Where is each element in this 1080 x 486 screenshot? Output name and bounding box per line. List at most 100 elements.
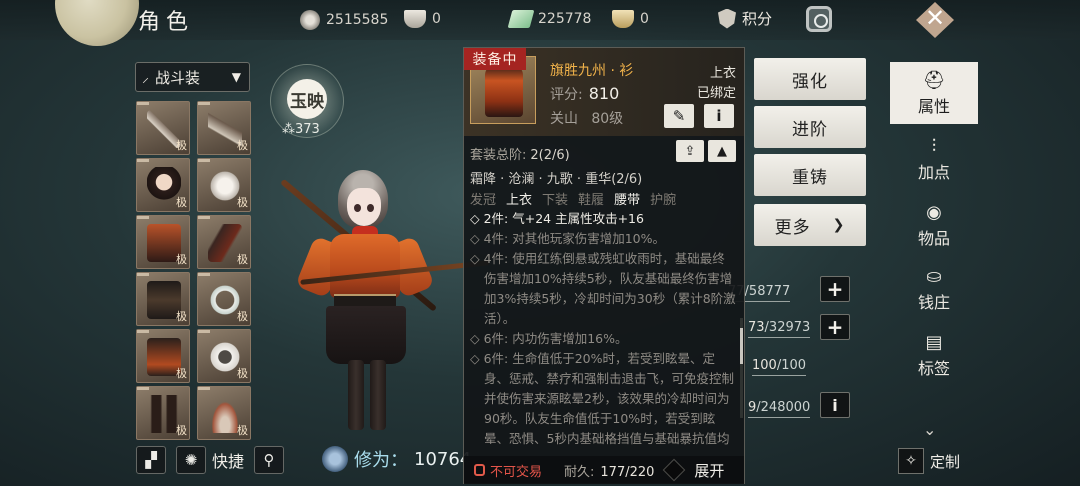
shield-icon — [718, 8, 736, 29]
plus-icon: + — [826, 315, 844, 339]
equipment-slot-head[interactable]: 极 — [136, 158, 190, 212]
not-tradable-label: 不可交易 — [490, 464, 543, 480]
equipment-slot-bracer[interactable]: 极 — [197, 215, 251, 269]
info-icon: i — [832, 395, 838, 415]
menu-item-attributes[interactable]: ⛑ 属性 — [890, 62, 978, 124]
item-name: 旗胜九州 · 衫 — [550, 63, 634, 79]
add-mp-button[interactable]: + — [820, 314, 850, 340]
enhance-button[interactable]: 强化 — [754, 58, 866, 100]
menu-item-items[interactable]: ◉ 物品 — [890, 194, 978, 256]
tier-label: 极 — [237, 196, 248, 209]
set-part-label: 上衣 — [506, 193, 533, 208]
equipment-slot-bottom[interactable]: 极 — [136, 329, 190, 383]
equipment-slot-pendant[interactable]: 极 — [197, 158, 251, 212]
sliders-icon: ⫶ — [931, 135, 937, 157]
set-total: 套装总阶: 2(2/6) — [470, 148, 570, 163]
more-button[interactable]: 更多 ❯ — [754, 204, 866, 246]
gold-bowl-icon — [612, 10, 634, 28]
bottom-left-toolbar: ▞ ✺ 快捷 ⚲ — [136, 446, 285, 474]
score-button[interactable]: 积分 — [718, 8, 772, 29]
stat-energy: 100/100 — [752, 358, 807, 376]
reforge-button[interactable]: 重铸 — [754, 154, 866, 196]
character-model[interactable] — [290, 170, 460, 432]
settings-icon[interactable] — [806, 6, 832, 32]
loadout-dropdown[interactable]: ⸝ 战斗装 ▼ — [135, 62, 250, 92]
item-info-button[interactable]: i — [704, 104, 734, 128]
item-detail-panel: 装备中 旗胜九州 · 衫 上衣 已绑定 评分: 810 关山 80级 ✎ i 套装… — [463, 47, 745, 484]
equipment-slot-weapon-gun[interactable]: 极 — [197, 101, 251, 155]
menu-item-tags[interactable]: ▤ 标签 — [890, 324, 978, 386]
collapse-button[interactable]: ▲ — [708, 140, 736, 162]
close-button[interactable]: ✕ — [912, 0, 958, 40]
silver-coin-icon — [300, 10, 320, 30]
close-icon: ✕ — [924, 4, 946, 32]
rice-bowl-icon — [404, 10, 426, 28]
menu-item-bank[interactable]: ⛀ 钱庄 — [890, 258, 978, 320]
set-part-label: 护腕 — [650, 193, 677, 208]
cultivation-label: 修为： — [354, 450, 408, 471]
tier-label: 极 — [237, 310, 248, 323]
score-label: 积分 — [742, 10, 773, 28]
info-button[interactable]: i — [820, 392, 850, 418]
set-effect-text: 6件: 生命值低于20%时，若受到眩晕、定身、惩戒、禁疗和强制击退击飞，可免疫控… — [483, 351, 735, 446]
set-effect-text: 6件: 内功伤害增加16%。 — [483, 331, 628, 346]
set-effect-text: 4件: 对其他玩家伤害增加10%。 — [483, 231, 666, 246]
equipment-slot-weapon-blade[interactable]: 极 — [136, 101, 190, 155]
set-effect-line: ◇ 4件: 对其他玩家伤害增加10%。 — [470, 229, 736, 249]
diamond-bullet-icon: ◇ — [470, 251, 484, 266]
menu-item-points[interactable]: ⫶ 加点 — [890, 128, 978, 190]
equipment-slot-boots[interactable]: 极 — [136, 386, 190, 440]
tier-label: 极 — [176, 310, 187, 323]
loadout-label: 战斗装 — [155, 68, 201, 87]
diamond-bullet-icon: ◇ — [470, 211, 484, 226]
rice-bowl-counter: 0 — [404, 10, 441, 28]
set-part-label: 下装 — [542, 193, 569, 208]
tier-label: 极 — [176, 253, 187, 266]
tier-label: 极 — [176, 367, 187, 380]
banknote-icon — [507, 10, 535, 28]
equipment-slot-fan[interactable]: 极 — [197, 386, 251, 440]
set-effect-line: ◇ 4件: 使用红练倒悬或残虹收雨时，基础最终伤害增加10%持续5秒，队友基础最… — [470, 249, 736, 329]
set-effect-text: 2件: 气+24 主属性攻击+16 — [483, 211, 644, 226]
gold-bowl-value: 0 — [640, 11, 649, 27]
gear-icon: ✺ — [184, 451, 198, 469]
diamond-bullet-icon: ◇ — [470, 231, 484, 246]
gear-button[interactable]: ✺ — [176, 446, 206, 474]
chevron-down-icon: ❯ — [832, 217, 846, 233]
equipment-slot-top[interactable]: 极 — [136, 215, 190, 269]
stat-mp: 73/32973 — [748, 320, 811, 338]
gold-bowl-counter: 0 — [612, 10, 649, 28]
set-effect-line: ◇ 2件: 气+24 主属性攻击+16 — [470, 209, 736, 229]
tier-label: 极 — [237, 253, 248, 266]
tag-icon: ▤ — [925, 331, 943, 353]
sect-seal: 玉映 — [287, 79, 327, 119]
quick-label[interactable]: 快捷 — [212, 448, 244, 472]
tier-label: 极 — [237, 424, 248, 437]
inspect-button[interactable]: ⚲ — [254, 446, 285, 474]
outfit-button[interactable]: ▞ — [136, 446, 166, 474]
diamond-icon — [663, 458, 686, 482]
upgrade-arrow-icon: ⇪ — [684, 143, 696, 159]
durability: 耐久: 177/220 — [564, 464, 655, 480]
sect-badge-value: ⁂373 — [282, 122, 320, 137]
set-effects: ◇ 2件: 气+24 主属性攻击+16 ◇ 4件: 对其他玩家伤害增加10%。 ◇ … — [470, 209, 736, 449]
scrollbar-thumb[interactable] — [740, 328, 743, 364]
equipment-slot-ring[interactable]: 极 — [197, 272, 251, 326]
advance-button[interactable]: 进阶 — [754, 106, 866, 148]
dye-button[interactable]: ✎ — [664, 104, 694, 128]
chevron-down-icon: ▼ — [231, 70, 241, 84]
set-effect-text: 4件: 使用红练倒悬或残虹收雨时，基础最终伤害增加10%持续5秒，队友基础最终伤… — [483, 251, 736, 326]
stat-exp: 9/248000 — [748, 400, 811, 418]
menu-scroll-down-icon[interactable]: ⌄ — [923, 420, 936, 439]
set-upgrade-button[interactable]: ⇪ — [676, 140, 704, 162]
add-hp-button[interactable]: + — [820, 276, 850, 302]
customize-button[interactable]: ✧ 定制 — [898, 448, 960, 474]
item-level: 关山 80级 — [550, 111, 624, 127]
moon-decoration — [55, 0, 139, 46]
equipment-slot-belt[interactable]: 极 — [136, 272, 190, 326]
set-parts: 发冠 上衣 下装 鞋履 腰带 护腕 — [470, 189, 676, 208]
expand-button[interactable]: 展开 — [694, 460, 724, 481]
brush-icon: ✎ — [672, 107, 686, 125]
equipment-slot-bracelet[interactable]: 极 — [197, 329, 251, 383]
tier-label: 极 — [237, 139, 248, 152]
